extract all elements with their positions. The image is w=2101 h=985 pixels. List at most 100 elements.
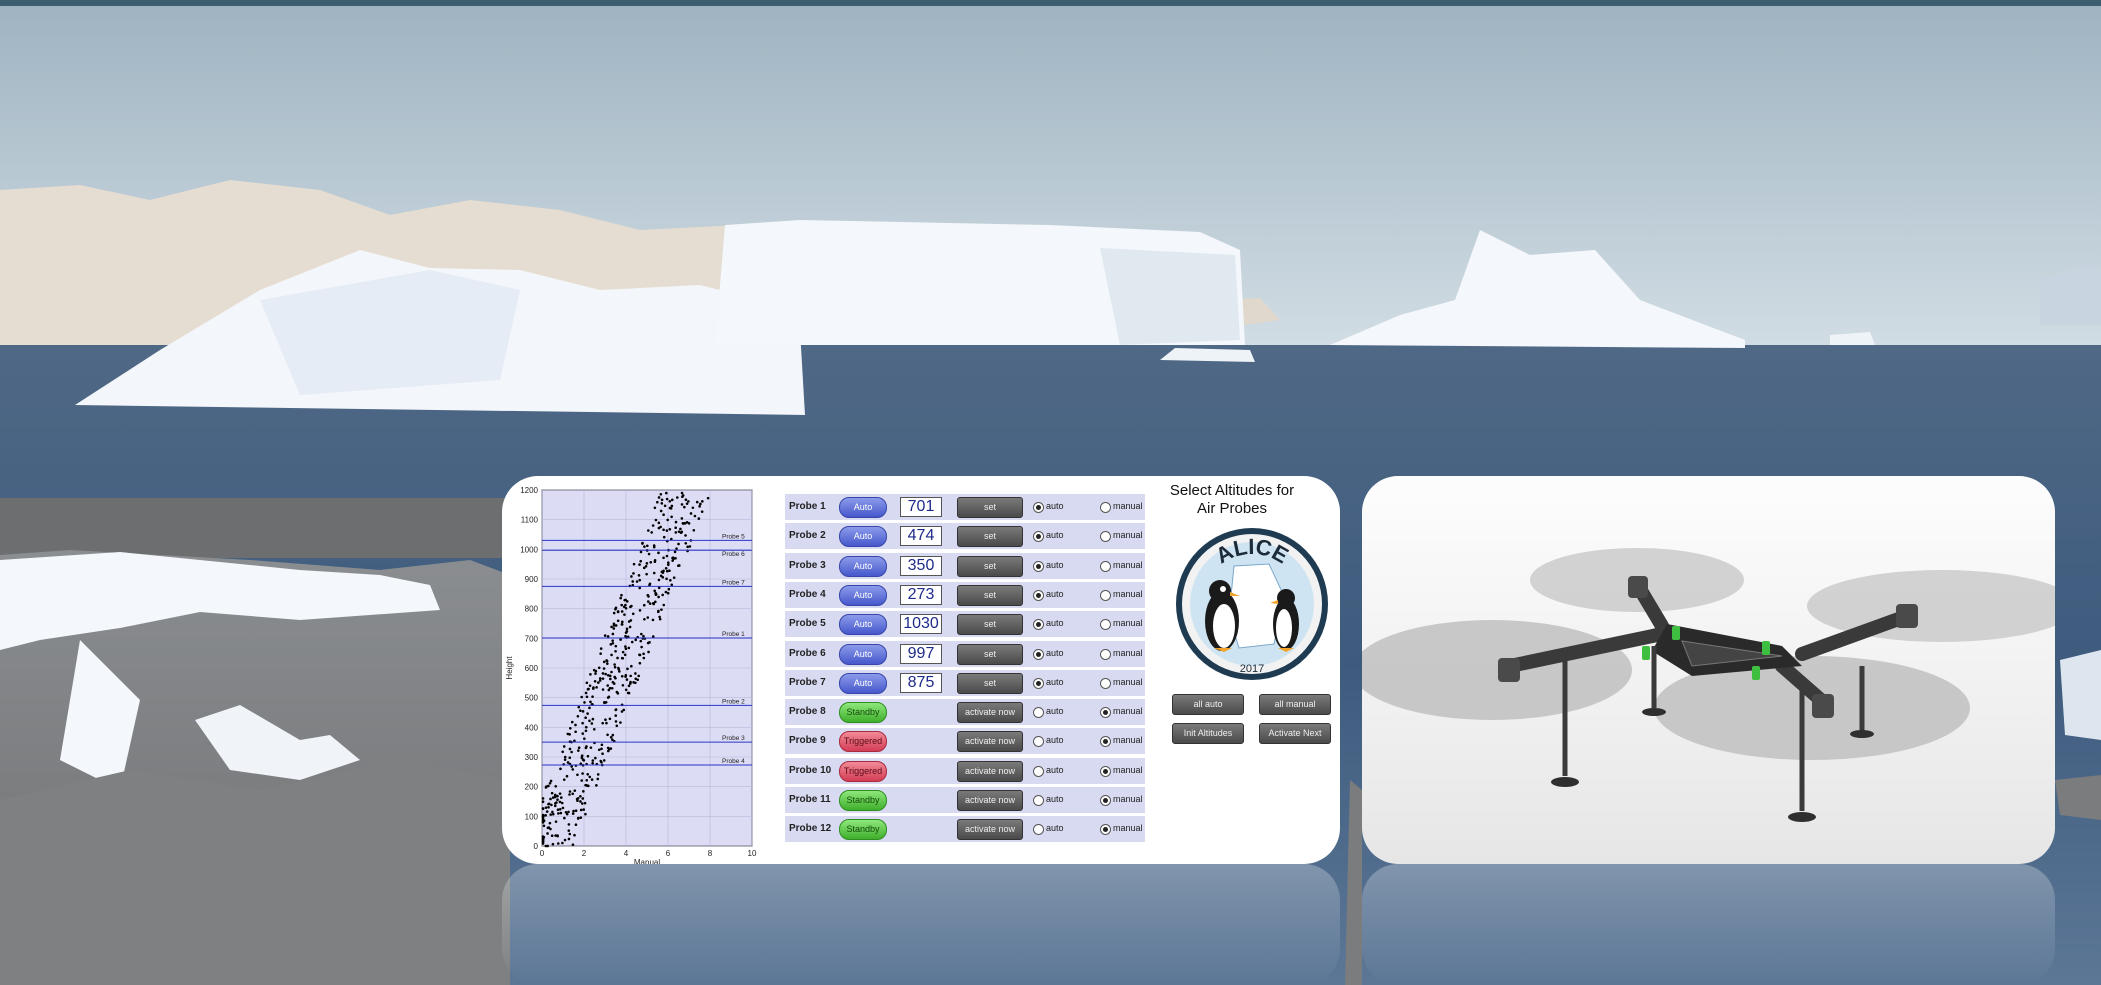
- data-point: [591, 717, 595, 721]
- data-point: [654, 518, 658, 522]
- probe-row: Probe 6 Auto set auto manual: [785, 640, 1145, 667]
- data-point: [568, 832, 572, 836]
- data-point: [541, 797, 545, 800]
- data-point: [624, 607, 628, 610]
- activate-now-button[interactable]: activate now: [957, 790, 1023, 811]
- auto-radio[interactable]: [1033, 589, 1044, 601]
- data-point: [667, 561, 670, 564]
- auto-radio[interactable]: [1033, 707, 1044, 719]
- data-point: [619, 596, 622, 600]
- altitude-input[interactable]: [900, 584, 942, 605]
- manual-radio[interactable]: [1100, 765, 1111, 777]
- control-panel-reflection: [502, 864, 1340, 985]
- data-point: [660, 608, 663, 611]
- data-point: [668, 569, 671, 573]
- data-point: [672, 576, 676, 579]
- set-button[interactable]: set: [957, 526, 1023, 548]
- data-point: [695, 500, 699, 504]
- manual-radio[interactable]: [1100, 707, 1111, 719]
- init-altitudes-button[interactable]: Init Altitudes: [1172, 723, 1244, 744]
- auto-radio[interactable]: [1033, 648, 1044, 660]
- data-point: [583, 737, 586, 740]
- probe-status-button[interactable]: Auto: [839, 555, 887, 577]
- manual-radio[interactable]: [1100, 824, 1111, 836]
- data-point: [588, 684, 592, 687]
- altitude-input[interactable]: [900, 672, 942, 693]
- data-point: [573, 789, 577, 792]
- set-button[interactable]: set: [957, 584, 1023, 606]
- activate-next-button[interactable]: Activate Next: [1259, 723, 1331, 744]
- manual-radio[interactable]: [1100, 736, 1111, 748]
- data-point: [654, 600, 657, 604]
- y-tick-label: 1200: [520, 486, 538, 495]
- data-point: [548, 781, 552, 785]
- data-point: [588, 719, 591, 723]
- manual-radio[interactable]: [1100, 795, 1111, 806]
- manual-radio[interactable]: [1100, 502, 1111, 513]
- manual-radio[interactable]: [1100, 677, 1111, 689]
- auto-label: auto: [1046, 676, 1064, 687]
- data-point: [558, 792, 562, 795]
- auto-radio[interactable]: [1033, 619, 1044, 631]
- data-point: [584, 729, 588, 733]
- auto-radio[interactable]: [1033, 502, 1044, 513]
- data-point: [697, 517, 701, 520]
- altitude-input[interactable]: [900, 614, 942, 635]
- probe-status-button[interactable]: Standby: [839, 702, 887, 724]
- auto-radio[interactable]: [1033, 795, 1044, 806]
- all-manual-button[interactable]: all manual: [1259, 694, 1331, 715]
- altitude-input[interactable]: [900, 526, 942, 547]
- auto-radio[interactable]: [1033, 560, 1044, 572]
- title-line-2: Air Probes: [1196, 500, 1268, 517]
- activate-now-button[interactable]: activate now: [957, 819, 1023, 841]
- set-button[interactable]: set: [957, 672, 1023, 694]
- manual-radio[interactable]: [1100, 560, 1111, 572]
- altitude-input[interactable]: [900, 497, 942, 517]
- data-point: [549, 797, 552, 801]
- manual-radio[interactable]: [1100, 531, 1111, 543]
- manual-radio[interactable]: [1100, 589, 1111, 601]
- auto-radio[interactable]: [1033, 824, 1044, 836]
- auto-radio[interactable]: [1033, 765, 1044, 777]
- activate-now-button[interactable]: activate now: [957, 760, 1023, 782]
- probe-status-button[interactable]: Triggered: [839, 760, 887, 782]
- set-button[interactable]: set: [957, 614, 1023, 636]
- data-point: [601, 721, 605, 725]
- activate-now-button[interactable]: activate now: [957, 702, 1023, 724]
- data-point: [619, 721, 622, 724]
- altitude-input[interactable]: [900, 555, 942, 576]
- set-button[interactable]: set: [957, 643, 1023, 665]
- data-point: [609, 747, 613, 750]
- probe-status-button[interactable]: Auto: [839, 584, 887, 606]
- auto-radio[interactable]: [1033, 736, 1044, 748]
- manual-radio[interactable]: [1100, 648, 1111, 660]
- probe-status-button[interactable]: Auto: [839, 643, 887, 665]
- altitude-input[interactable]: [900, 643, 942, 664]
- probe-status-button[interactable]: Triggered: [839, 731, 887, 753]
- probe-status-button[interactable]: Standby: [839, 819, 887, 841]
- probe-status-button[interactable]: Auto: [839, 614, 887, 636]
- data-point: [574, 823, 578, 826]
- all-auto-button[interactable]: all auto: [1172, 694, 1244, 715]
- probe-row: Probe 11 Standby activate now auto manual: [785, 787, 1145, 813]
- data-point: [623, 653, 627, 657]
- set-button[interactable]: set: [957, 497, 1023, 518]
- activate-now-button[interactable]: activate now: [957, 731, 1023, 753]
- data-point: [662, 528, 665, 532]
- data-point: [630, 664, 633, 668]
- auto-radio[interactable]: [1033, 677, 1044, 689]
- data-point: [541, 837, 545, 841]
- data-point: [598, 679, 602, 682]
- data-point: [579, 816, 583, 819]
- data-point: [647, 595, 650, 598]
- probe-status-button[interactable]: Auto: [839, 497, 887, 518]
- data-point: [629, 680, 632, 684]
- set-button[interactable]: set: [957, 555, 1023, 577]
- data-point: [651, 524, 655, 527]
- probe-status-button[interactable]: Auto: [839, 672, 887, 694]
- manual-radio[interactable]: [1100, 619, 1111, 631]
- auto-radio[interactable]: [1033, 531, 1044, 543]
- data-point: [541, 840, 545, 844]
- probe-status-button[interactable]: Standby: [839, 790, 887, 811]
- probe-status-button[interactable]: Auto: [839, 526, 887, 548]
